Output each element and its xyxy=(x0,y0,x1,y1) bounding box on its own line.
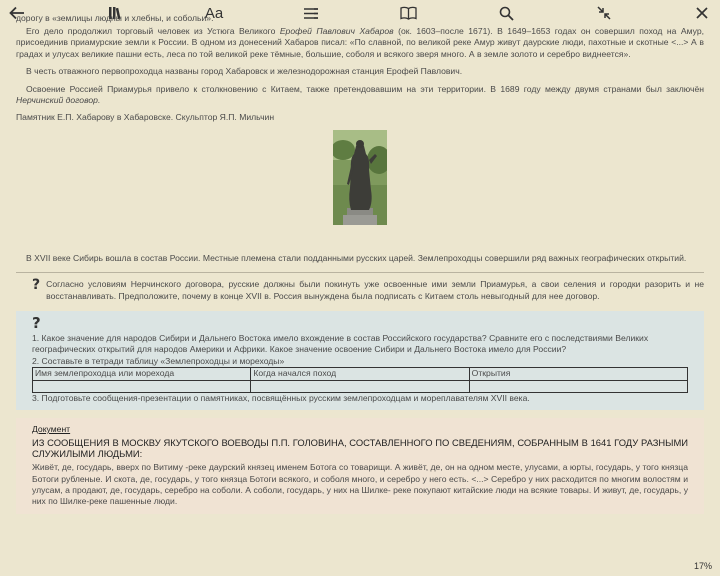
tasks-block: ? 1. Какое значение для народов Сибири и… xyxy=(16,311,704,411)
document-body: Живёт, де, государь, вверх по Витиму -ре… xyxy=(32,462,688,507)
document-label: Документ xyxy=(32,424,71,435)
task-3: 3. Подготовьте сообщения-презентации о п… xyxy=(32,392,530,403)
table-cell xyxy=(468,379,689,393)
question-text: Согласно условиям Нерчинского договора, … xyxy=(46,279,704,301)
table-row xyxy=(31,379,689,393)
paragraph-poyarkov: назвали Даурией. Поярков прошёл весь Аму… xyxy=(16,14,214,24)
task-2: 2. Составьте в тетради таблицу «Землепро… xyxy=(32,355,285,366)
nerchinsk-treaty-link[interactable]: Нерчинский договор. xyxy=(16,95,100,105)
explorers-table: Имя землепроходца или морехода Когда нач… xyxy=(31,367,689,393)
khabarov-monument-image[interactable] xyxy=(333,129,387,225)
document-block: Документ ИЗ СООБЩЕНИЯ В МОСКВУ ЯКУТСКОГО… xyxy=(16,418,704,514)
cut-off-paragraph-wrapper: назвали Даурией. Поярков прошёл весь Аму… xyxy=(16,14,704,26)
khabarov-name: Ерофей Павлович Хабаров xyxy=(279,26,394,36)
book-page: назвали Даурией. Поярков прошёл весь Аму… xyxy=(16,14,704,552)
paragraph-china-text: Освоение Россией Приамурья привело к сто… xyxy=(26,83,704,94)
paragraph-siberia: В XVII веке Сибирь вошла в состав России… xyxy=(26,252,687,263)
table-cell xyxy=(31,379,252,393)
divider xyxy=(16,272,704,274)
image-caption: Памятник Е.П. Хабарову в Хабаровске. Ску… xyxy=(16,112,275,123)
table-header-cell: Имя землепроходца или морехода xyxy=(31,367,252,381)
table-header-cell: Открытия xyxy=(468,367,689,381)
question-block: ? Согласно условиям Нерчинского договора… xyxy=(16,277,704,302)
paragraph-khabarov: Его дело продолжил торговый человек из У… xyxy=(16,26,704,60)
tasks-question-mark-icon: ? xyxy=(32,314,41,333)
table-header-row: Имя землепроходца или морехода Когда нач… xyxy=(31,367,689,381)
task-1: 1. Какое значение для народов Сибири и Д… xyxy=(32,333,649,355)
table-header-cell: Когда начался поход xyxy=(250,367,470,381)
paragraph-khabarov-start: Его дело продолжил торговый человек из У… xyxy=(26,26,280,36)
paragraph-china: Освоение Россией Приамурья привело к сто… xyxy=(16,84,704,107)
paragraph-khabarovsk: В честь отважного первопроходца названы … xyxy=(26,66,463,77)
table-cell xyxy=(250,379,470,393)
question-mark-icon: ? xyxy=(32,277,41,294)
document-title: ИЗ СООБЩЕНИЯ В МОСКВУ ЯКУТСКОГО ВОЕВОДЫ … xyxy=(32,436,688,460)
reading-progress: 17% xyxy=(693,561,712,571)
